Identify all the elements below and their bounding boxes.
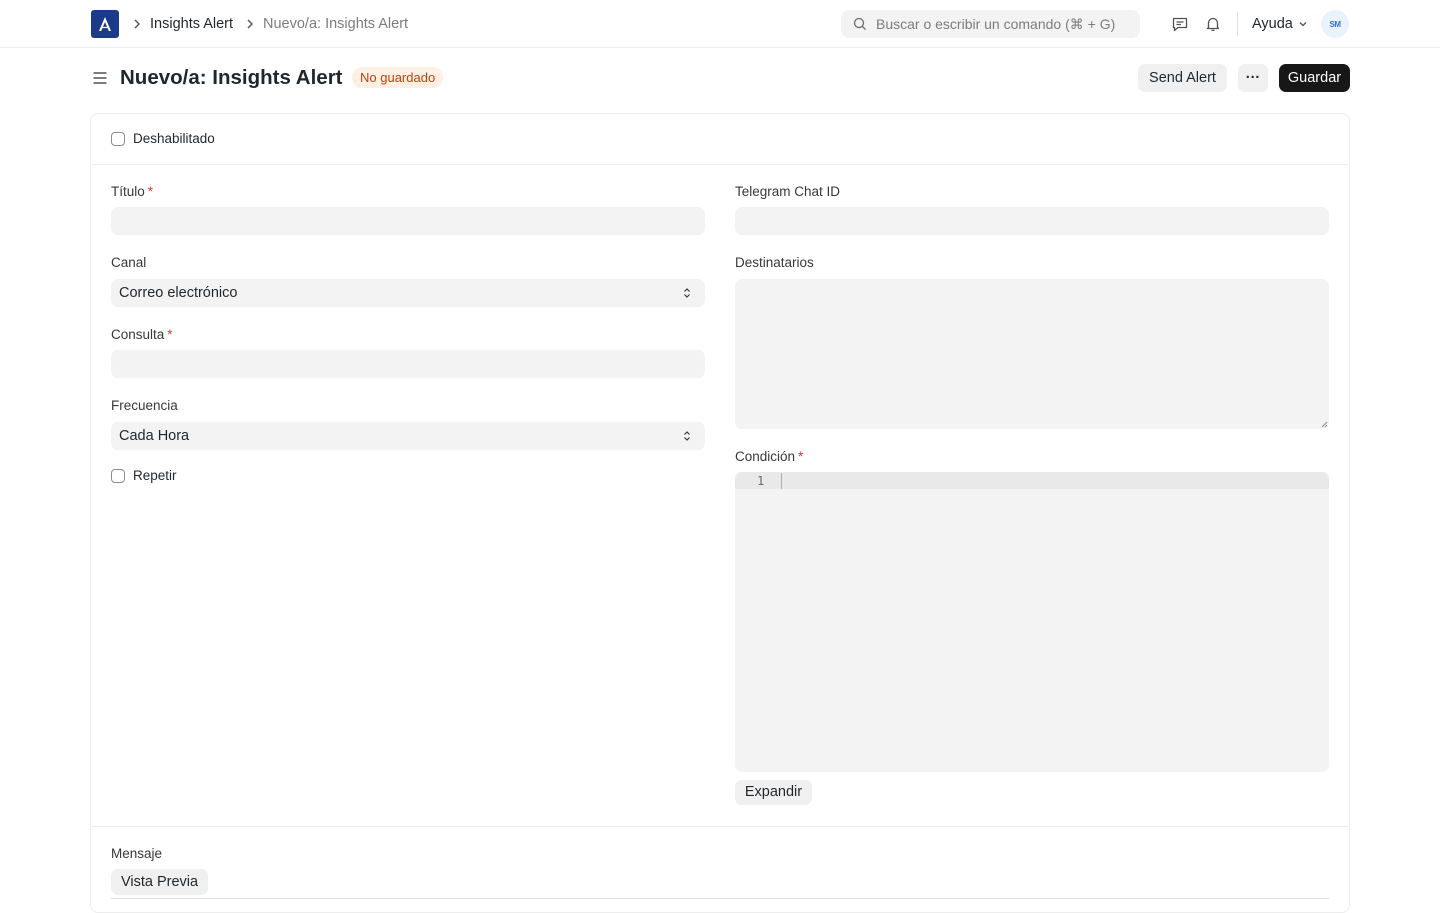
telegram-chat-id-label: Telegram Chat ID — [735, 184, 841, 199]
bell-icon[interactable] — [1204, 15, 1222, 33]
search-bar[interactable]: Buscar o escribir un comando (⌘ + G) — [841, 10, 1140, 38]
help-dropdown[interactable]: Ayuda — [1252, 15, 1308, 33]
channel-label: Canal — [111, 255, 147, 270]
condition-label-text: Condición — [735, 449, 796, 464]
repeat-checkbox-row[interactable]: Repetir — [111, 468, 177, 483]
required-marker: * — [798, 449, 804, 464]
chevron-down-icon — [1299, 22, 1307, 27]
query-input[interactable] — [111, 350, 705, 378]
more-actions-button[interactable]: ··· — [1238, 64, 1268, 92]
disabled-checkbox-row[interactable]: Deshabilitado — [111, 131, 215, 146]
help-label: Ayuda — [1252, 16, 1293, 32]
title-label-text: Título — [111, 184, 145, 199]
navbar-divider — [1237, 12, 1238, 36]
telegram-chat-id-input[interactable] — [735, 207, 1329, 235]
disabled-checkbox[interactable] — [111, 131, 125, 146]
search-icon — [853, 17, 866, 30]
repeat-label: Repetir — [133, 468, 177, 483]
save-button[interactable]: Guardar — [1279, 64, 1350, 92]
breadcrumb-current[interactable]: Nuevo/a: Insights Alert — [263, 15, 408, 33]
message-label: Mensaje — [111, 846, 163, 861]
condition-label: Condición * — [735, 449, 803, 465]
channel-select[interactable]: Correo electrónico — [111, 279, 705, 307]
status-badge: No guardado — [352, 67, 444, 88]
breadcrumb-insights-alert[interactable]: Insights Alert — [150, 15, 233, 33]
channel-select-value: Correo electrónico — [119, 285, 238, 301]
preview-button[interactable]: Vista Previa — [111, 869, 208, 895]
send-alert-button[interactable]: Send Alert — [1138, 64, 1227, 92]
frequency-select-value: Cada Hora — [119, 428, 190, 444]
user-avatar[interactable]: SM — [1321, 10, 1349, 38]
chevron-right-icon — [247, 19, 253, 29]
select-arrows-icon — [684, 431, 690, 441]
required-marker: * — [147, 184, 154, 199]
app-logo-icon — [99, 17, 111, 31]
section-divider — [91, 826, 1349, 827]
query-label-text: Consulta — [111, 327, 165, 342]
chevron-right-icon — [134, 19, 140, 29]
recipients-textarea[interactable] — [735, 279, 1329, 429]
title-label: Título * — [111, 184, 153, 200]
search-placeholder: Buscar o escribir un comando (⌘ + G) — [876, 15, 1116, 32]
editor-top-border — [111, 898, 1329, 899]
select-arrows-icon — [684, 288, 690, 298]
line-number: 1 — [757, 474, 765, 488]
active-line-highlight — [735, 472, 1329, 489]
repeat-checkbox[interactable] — [111, 468, 125, 483]
expand-button[interactable]: Expandir — [735, 780, 812, 805]
condition-code-editor[interactable]: 1 — [735, 472, 1329, 772]
chat-icon[interactable] — [1171, 15, 1189, 33]
page-title: Nuevo/a: Insights Alert — [120, 66, 343, 89]
text-cursor — [781, 473, 782, 489]
required-marker: * — [167, 327, 173, 342]
query-label: Consulta * — [111, 327, 173, 343]
frequency-select[interactable]: Cada Hora — [111, 422, 705, 450]
frequency-label: Frecuencia — [111, 398, 178, 413]
sidebar-toggle-icon[interactable] — [92, 70, 108, 86]
disabled-label: Deshabilitado — [133, 131, 215, 146]
title-input[interactable] — [111, 207, 705, 235]
resize-handle-icon[interactable] — [1320, 420, 1328, 428]
recipients-label: Destinatarios — [735, 255, 814, 270]
app-logo[interactable] — [91, 10, 119, 38]
navbar: Insights Alert Nuevo/a: Insights Alert B… — [0, 0, 1440, 48]
section-divider — [91, 164, 1349, 165]
